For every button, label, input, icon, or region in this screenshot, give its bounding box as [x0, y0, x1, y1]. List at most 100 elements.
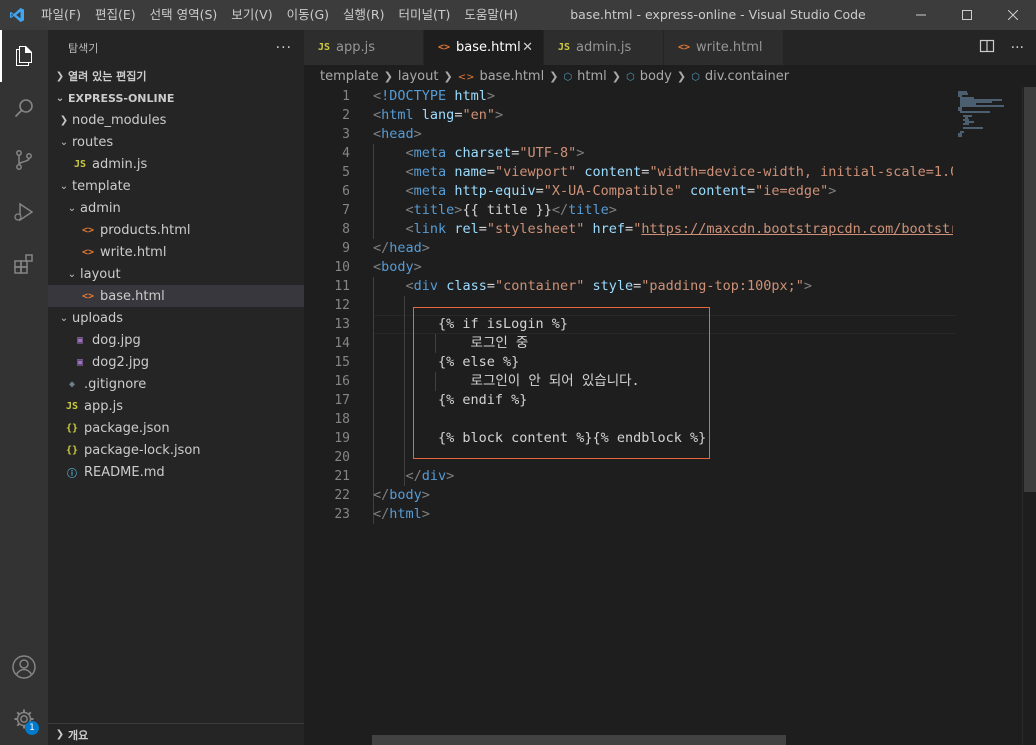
- vertical-scrollbar-thumb[interactable]: [1024, 87, 1036, 492]
- tree-file[interactable]: ▣ dog2.jpg: [48, 351, 304, 373]
- more-actions-icon[interactable]: ···: [276, 40, 292, 56]
- account-icon[interactable]: [0, 641, 48, 693]
- line-number: 13: [334, 317, 350, 332]
- editor-tab[interactable]: JS admin.js: [544, 30, 664, 65]
- tab-label: write.html: [696, 40, 763, 55]
- code-token: </: [373, 240, 390, 256]
- menu-item[interactable]: 파일(F): [34, 0, 88, 30]
- line-number: 11: [334, 279, 350, 294]
- tree-folder[interactable]: ⌄ routes: [48, 131, 304, 153]
- tree-folder[interactable]: ⌄ layout: [48, 263, 304, 285]
- tree-item-label: package-lock.json: [84, 442, 201, 458]
- line-number: 21: [334, 469, 350, 484]
- code-line: <link rel="stylesheet" href="https://max…: [373, 220, 953, 239]
- menu-item[interactable]: 이동(G): [280, 0, 336, 30]
- code-token: >: [446, 468, 455, 484]
- source-control-icon[interactable]: [0, 134, 48, 186]
- menu-item[interactable]: 실행(R): [336, 0, 391, 30]
- tree-item-label: routes: [72, 134, 114, 150]
- search-icon[interactable]: [0, 82, 48, 134]
- tree-item-label: uploads: [72, 310, 124, 326]
- maximize-button[interactable]: [944, 0, 990, 30]
- menu-item[interactable]: 터미널(T): [392, 0, 458, 30]
- extensions-icon[interactable]: [0, 238, 48, 290]
- run-debug-icon[interactable]: [0, 186, 48, 238]
- menu-item[interactable]: 도움말(H): [457, 0, 525, 30]
- code-line: </html>: [373, 505, 953, 524]
- tree-folder[interactable]: ⌄ uploads: [48, 307, 304, 329]
- line-number: 3: [342, 127, 350, 142]
- tree-file[interactable]: <> products.html: [48, 219, 304, 241]
- horizontal-scrollbar-thumb[interactable]: [372, 735, 786, 745]
- tree-item-label: README.md: [84, 464, 165, 480]
- code-token: html: [454, 88, 487, 104]
- activity-bar: 1: [0, 30, 48, 745]
- vertical-scrollbar[interactable]: [1022, 87, 1036, 745]
- line-number: 20: [334, 450, 350, 465]
- close-tab-icon[interactable]: ✕: [522, 40, 533, 55]
- tree-folder[interactable]: ⌄ template: [48, 175, 304, 197]
- tree-item-label: dog.jpg: [92, 332, 141, 348]
- tree-file[interactable]: <> base.html: [48, 285, 304, 307]
- code-token: >: [576, 145, 585, 161]
- minimap[interactable]: [956, 87, 1024, 745]
- explorer-title: 탐색기: [68, 41, 99, 55]
- project-section[interactable]: ⌄ EXPRESS-ONLINE: [48, 87, 304, 109]
- tree-file[interactable]: <> write.html: [48, 241, 304, 263]
- breadcrumb: template ❯ layout ❯ <> base.html ❯ ⬡ html ❯ ⬡ body ❯…: [304, 65, 1036, 87]
- code-token: href: [592, 221, 626, 237]
- code-token: head: [389, 240, 422, 256]
- menu-bar: 파일(F) 편집(E) 선택 영역(S) 보기(V) 이동(G) 실행(R) 터미널(T) 도…: [34, 0, 525, 30]
- tree-file[interactable]: ◆ .gitignore: [48, 373, 304, 395]
- tree-folder[interactable]: ❯ node_modules: [48, 109, 304, 131]
- tree-file[interactable]: {} package.json: [48, 417, 304, 439]
- breadcrumb-label: layout: [397, 68, 439, 84]
- editor-tab[interactable]: <> base.html ✕: [424, 30, 544, 65]
- more-actions-icon[interactable]: ···: [1011, 40, 1024, 56]
- tree-file[interactable]: ⓘ README.md: [48, 461, 304, 483]
- breadcrumb-item[interactable]: template: [320, 69, 379, 84]
- outline-label: 개요: [68, 728, 89, 742]
- close-window-button[interactable]: [990, 0, 1036, 30]
- outline-section[interactable]: ❯ 개요: [48, 723, 304, 745]
- breadcrumb-item[interactable]: ⬡ html: [563, 69, 606, 84]
- info-file-icon: ⓘ: [67, 468, 77, 480]
- breadcrumb-item[interactable]: ⬡ div.container: [691, 69, 789, 84]
- breadcrumb-item[interactable]: layout: [398, 69, 439, 84]
- line-number: 4: [342, 146, 350, 161]
- code-token: "container": [494, 278, 585, 294]
- code-line: <html lang="en">: [373, 106, 953, 125]
- code-token: <: [405, 202, 414, 218]
- menu-item[interactable]: 선택 영역(S): [143, 0, 225, 30]
- editor-tab[interactable]: <> write.html: [664, 30, 784, 65]
- code-token: >: [828, 183, 837, 199]
- explorer-icon[interactable]: [0, 30, 48, 82]
- breadcrumb-separator-icon: ❯: [443, 69, 453, 83]
- chevron-right-icon: ❯: [55, 70, 65, 82]
- code-line: <div class="container" style="padding-to…: [373, 277, 953, 296]
- settings-gear-icon[interactable]: 1: [0, 693, 48, 745]
- code-editor[interactable]: 1 2 3 4 5 6 7 8 9 10 11 12 13 14 15 16 17 18 19 20 21 22 23 <!…: [304, 87, 1036, 745]
- editor-tab[interactable]: JS app.js: [304, 30, 424, 65]
- tree-folder[interactable]: ⌄ admin: [48, 197, 304, 219]
- menu-item[interactable]: 보기(V): [224, 0, 279, 30]
- open-editors-section[interactable]: ❯ 열려 있는 편집기: [48, 65, 304, 87]
- tree-file[interactable]: ▣ dog.jpg: [48, 329, 304, 351]
- tree-file[interactable]: {} package-lock.json: [48, 439, 304, 461]
- menu-item[interactable]: 편집(E): [88, 0, 143, 30]
- breadcrumb-item[interactable]: ⬡ body: [626, 69, 672, 84]
- breadcrumb-item[interactable]: <> base.html: [458, 69, 545, 84]
- minimize-button[interactable]: [898, 0, 944, 30]
- minimap-line: [960, 105, 1004, 107]
- tree-file[interactable]: JS app.js: [48, 395, 304, 417]
- tree-file[interactable]: JS admin.js: [48, 153, 304, 175]
- line-number: 16: [334, 374, 350, 389]
- tree-item-label: package.json: [84, 420, 170, 436]
- line-number: 18: [334, 412, 350, 427]
- code-token: body: [389, 487, 422, 503]
- split-editor-icon[interactable]: [979, 38, 995, 58]
